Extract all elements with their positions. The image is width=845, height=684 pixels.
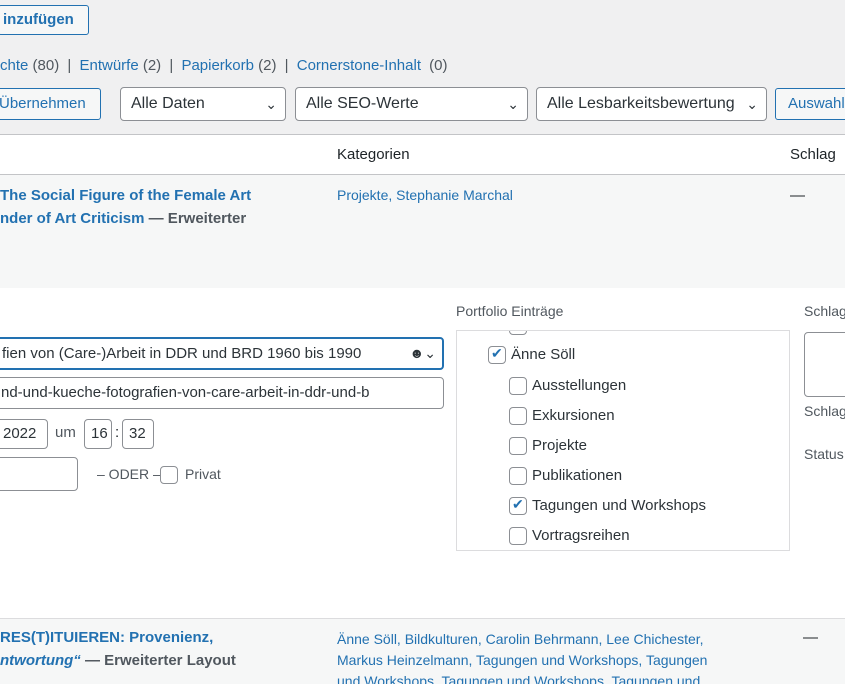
post-state: — Erweiterter <box>148 210 247 227</box>
post-title-link-cont[interactable]: nder of Art Criticism <box>0 210 144 227</box>
partial-checkbox[interactable] <box>509 331 527 335</box>
label-aenne-soell: Änne Söll <box>511 346 576 363</box>
label-child-0: Ausstellungen <box>532 377 627 394</box>
date-filter-value: Alle Daten <box>131 95 205 112</box>
post-title-line2: nder of Art Criticism — Erweiterter <box>0 210 246 227</box>
table-row: The Social Figure of the Female Art nder… <box>0 175 845 288</box>
time-colon: : <box>115 424 120 441</box>
chevron-down-icon: ⌄ <box>265 96 277 112</box>
post-title-link[interactable]: The Social Figure of the Female Art <box>0 187 251 204</box>
checkbox-child-4[interactable] <box>509 496 527 515</box>
post-title-link-cont[interactable]: ntwortung“ <box>0 652 81 669</box>
category-line[interactable]: Änne Söll, Bildkulturen, Carolin Behrman… <box>337 629 707 650</box>
label-child-5: Vortragsreihen <box>532 527 630 544</box>
or-label: – ODER – <box>97 466 161 482</box>
tags-label: Schlag <box>804 303 845 319</box>
cornerstone-count: (0) <box>429 57 448 74</box>
post-title-link[interactable]: RES(T)ITUIEREN: Provenienz, <box>0 629 213 646</box>
drafts-count: (2) <box>142 57 162 74</box>
private-label: Privat <box>185 466 221 482</box>
hour-value: 16 <box>91 425 108 442</box>
portfolio-label: Portfolio Einträge <box>456 303 564 319</box>
trash-count: (2) <box>258 57 277 74</box>
row-categories: Änne Söll, Bildkulturen, Carolin Behrman… <box>337 629 707 684</box>
private-checkbox[interactable] <box>160 466 178 484</box>
add-new-button[interactable]: inzufügen <box>0 5 89 35</box>
row-tags: — <box>790 187 805 204</box>
category-link[interactable]: Projekte <box>337 187 388 203</box>
category-line[interactable]: und Workshops, Tagungen und Workshops, T… <box>337 671 707 684</box>
drafts-link[interactable]: Entwürfe <box>79 57 138 74</box>
separator: | <box>67 57 72 74</box>
post-state: — Erweiterter Layout <box>84 652 236 669</box>
slug-input-value: nd-und-kueche-fotografien-von-care-arbei… <box>1 384 370 401</box>
separator: | <box>169 57 174 74</box>
column-categories[interactable]: Kategorien <box>337 146 410 163</box>
checkbox-aenne-soell[interactable] <box>488 345 506 364</box>
table-header: Kategorien Schlag <box>0 134 845 175</box>
category-line[interactable]: Markus Heinzelmann, Tagungen und Worksho… <box>337 650 707 671</box>
chevron-down-icon: ⌄ <box>744 88 758 120</box>
category-link[interactable]: Stephanie Marchal <box>396 187 513 203</box>
cornerstone-link[interactable]: Cornerstone-Inhalt <box>297 57 421 74</box>
filter-button[interactable]: Auswahl <box>775 88 845 120</box>
column-tags[interactable]: Schlag <box>790 146 836 163</box>
quick-edit-panel: fien von (Care-)Arbeit in DDR und BRD 19… <box>0 288 845 618</box>
label-child-4: Tagungen und Workshops <box>532 497 707 514</box>
seo-filter-value: Alle SEO-Werte <box>306 95 419 112</box>
checkbox-child-0[interactable] <box>509 377 527 395</box>
published-count: (80) <box>32 57 60 74</box>
tags-textarea[interactable] <box>804 332 845 397</box>
checkbox-child-3[interactable] <box>509 467 527 485</box>
checkbox-child-5[interactable] <box>509 527 527 545</box>
checkbox-child-1[interactable] <box>509 407 527 425</box>
published-link[interactable]: chte <box>0 57 28 74</box>
password-input[interactable] <box>0 457 78 491</box>
minute-value: 32 <box>129 425 146 442</box>
year-value: 2022 <box>3 425 37 442</box>
readability-filter-select[interactable]: Alle Lesbarkeitsbewertung ⌄ <box>536 87 767 121</box>
author-select-icon[interactable]: ☻⌄ <box>410 339 436 368</box>
portfolio-checklist[interactable]: Änne Söll Ausstellungen Exkursionen Proj… <box>456 330 790 551</box>
minute-input[interactable]: 32 <box>122 419 154 449</box>
slug-input[interactable]: nd-und-kueche-fotografien-von-care-arbei… <box>0 377 444 409</box>
title-input-value: fien von (Care-)Arbeit in DDR und BRD 19… <box>2 345 362 362</box>
title-input[interactable]: fien von (Care-)Arbeit in DDR und BRD 19… <box>0 337 444 370</box>
subsubsub-filters: chte (80) | Entwürfe (2) | Papierkorb (2… <box>0 57 448 74</box>
row-categories: Projekte, Stephanie Marchal <box>337 187 513 203</box>
label-child-2: Projekte <box>532 437 588 454</box>
trash-link[interactable]: Papierkorb <box>181 57 254 74</box>
at-label: um <box>55 424 76 441</box>
checkbox-child-2[interactable] <box>509 437 527 455</box>
chevron-down-icon: ⌄ <box>507 96 519 112</box>
table-row: RES(T)ITUIEREN: Provenienz, ntwortung“ —… <box>0 618 845 684</box>
label-child-3: Publikationen <box>532 467 623 484</box>
status-label: Status <box>804 446 844 462</box>
bulk-apply-button[interactable]: Übernehmen <box>0 88 101 120</box>
seo-filter-select[interactable]: Alle SEO-Werte ⌄ <box>295 87 528 121</box>
label-child-1: Exkursionen <box>532 407 615 424</box>
row-tags: — <box>803 629 818 646</box>
hour-input[interactable]: 16 <box>84 419 112 449</box>
separator: | <box>284 57 289 74</box>
post-title-line2: ntwortung“ — Erweiterter Layout <box>0 652 236 669</box>
readability-filter-value: Alle Lesbarkeitsbewertung <box>547 95 735 112</box>
tags-label-2: Schlag <box>804 403 845 419</box>
year-input[interactable]: 2022 <box>0 419 48 449</box>
date-filter-select[interactable]: Alle Daten ⌄ <box>120 87 286 121</box>
